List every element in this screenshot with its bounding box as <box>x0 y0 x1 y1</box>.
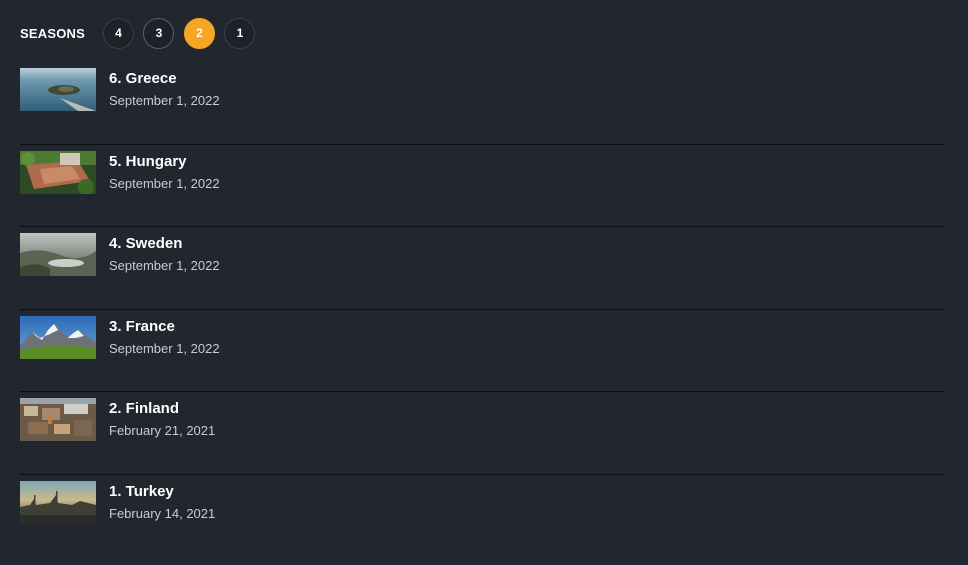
episode-thumbnail[interactable] <box>20 480 96 524</box>
episode-thumbnail[interactable] <box>20 233 96 276</box>
episode-item[interactable]: 5. Hungary September 1, 2022 <box>20 145 944 227</box>
episode-date: September 1, 2022 <box>109 258 220 273</box>
episode-title[interactable]: 2. Finland <box>109 400 215 418</box>
season-2-button[interactable]: 2 <box>183 17 215 49</box>
episode-item[interactable]: 1. Turkey February 14, 2021 <box>20 475 944 558</box>
season-1-button[interactable]: 1 <box>224 17 256 49</box>
episode-title[interactable]: 6. Greece <box>109 70 220 88</box>
episode-date: February 14, 2021 <box>109 505 216 521</box>
episode-item[interactable]: 2. Finland February 21, 2021 <box>20 392 944 475</box>
season-3-button[interactable]: 3 <box>143 17 175 49</box>
episode-date: February 21, 2021 <box>109 423 216 438</box>
seasons-selector: SEASONS 4 3 2 1 <box>20 17 265 49</box>
episode-title[interactable]: 4. Sweden <box>109 235 220 253</box>
season-4-button[interactable]: 4 <box>102 17 134 49</box>
episode-date: September 1, 2022 <box>109 340 220 356</box>
episode-item[interactable]: 3. France September 1, 2022 <box>20 310 944 392</box>
episode-item[interactable]: 4. Sweden September 1, 2022 <box>20 227 944 310</box>
episode-date: September 1, 2022 <box>109 175 220 191</box>
episode-item[interactable]: 6. Greece September 1, 2022 <box>20 62 944 145</box>
episode-thumbnail[interactable] <box>20 68 96 111</box>
seasons-label: SEASONS <box>20 25 85 41</box>
episode-title[interactable]: 1. Turkey <box>109 483 215 501</box>
episode-title[interactable]: 5. Hungary <box>109 153 220 171</box>
episode-date: September 1, 2022 <box>109 93 220 108</box>
episode-thumbnail[interactable] <box>20 150 96 194</box>
episode-thumbnail[interactable] <box>20 315 96 359</box>
episode-title[interactable]: 3. France <box>109 318 220 336</box>
episode-list: 6. Greece September 1, 2022 5. Hungary S… <box>20 62 944 557</box>
episode-thumbnail[interactable] <box>20 398 96 441</box>
